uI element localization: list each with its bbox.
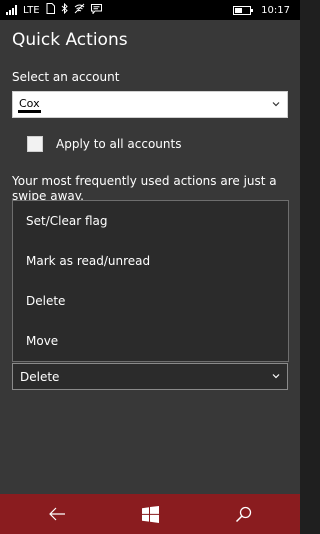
bluetooth-icon [61,2,68,17]
account-select[interactable]: Cox [12,91,288,118]
search-icon [235,506,251,522]
battery-icon [233,5,254,15]
start-button[interactable] [120,494,180,534]
wifi-calling-icon [74,3,85,17]
status-right: 10:17 [233,3,290,17]
chevron-down-icon [272,102,280,107]
battery-fill [235,7,243,13]
account-label: Select an account [12,70,120,84]
chevron-down-icon [272,374,280,379]
swipe-description: Your most frequently used actions are ju… [12,174,277,201]
search-button[interactable] [213,494,273,534]
apply-all-checkbox[interactable] [27,136,43,152]
status-time: 10:17 [261,4,290,16]
message-icon [90,3,102,17]
account-select-value: Cox [18,97,41,113]
page-title: Quick Actions [12,30,128,50]
action-select[interactable]: Delete [12,363,288,390]
back-icon [49,507,65,521]
action-select-value: Delete [20,370,60,384]
navigation-bar [0,494,300,534]
action-dropdown-menu: Set/Clear flag Mark as read/unread Delet… [12,200,289,362]
menu-item-delete[interactable]: Delete [13,281,288,321]
windows-icon [141,505,159,523]
apply-all-row[interactable]: Apply to all accounts [27,135,181,153]
back-button[interactable] [27,494,87,534]
network-type: LTE [23,4,40,16]
sim-icon [46,3,55,17]
menu-item-mark-read-unread[interactable]: Mark as read/unread [13,241,288,281]
menu-item-set-clear-flag[interactable]: Set/Clear flag [13,201,288,241]
quick-actions-screen: LTE 10:17 Quick Actions Select an accoun… [0,0,300,534]
apply-all-label: Apply to all accounts [56,137,182,151]
signal-icon [6,5,17,15]
menu-item-move[interactable]: Move [13,321,288,361]
status-left: LTE [6,2,102,17]
status-bar: LTE 10:17 [0,0,300,20]
